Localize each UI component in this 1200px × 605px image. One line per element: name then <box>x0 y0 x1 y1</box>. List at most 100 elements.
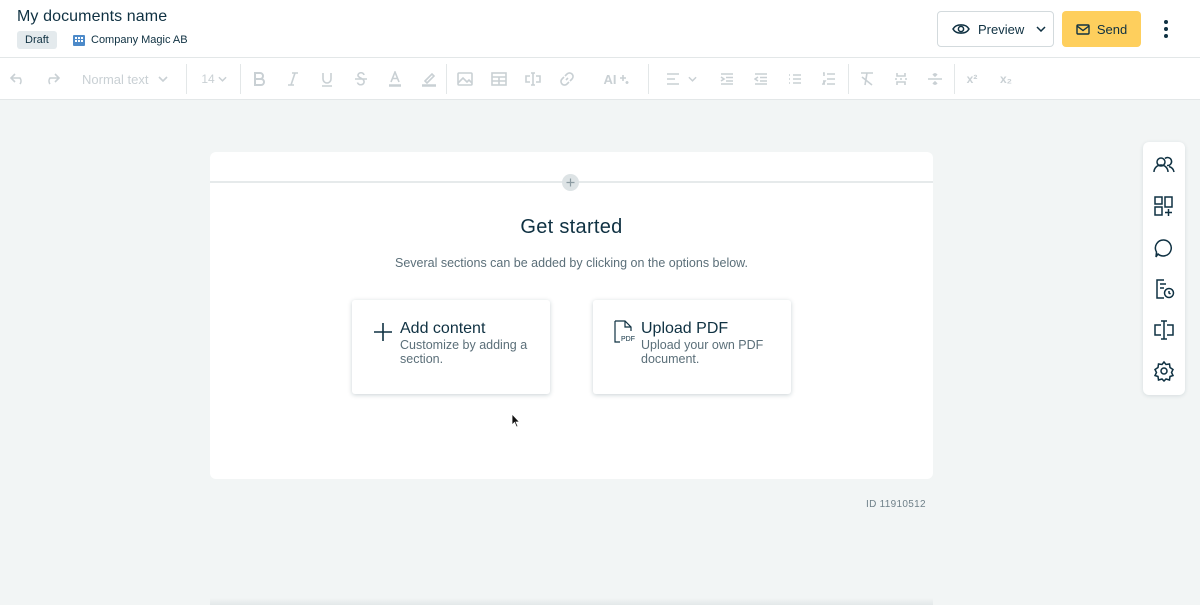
chevron-down-icon <box>687 76 697 82</box>
highlighter-icon <box>422 72 436 87</box>
add-content-title: Add content <box>400 320 486 337</box>
comments-icon <box>1154 239 1172 258</box>
image-icon <box>457 72 473 86</box>
document-page: Get started Several sections can be adde… <box>210 152 933 479</box>
numbered-list-button[interactable] <box>820 68 838 90</box>
bold-icon <box>254 72 265 86</box>
add-block-button[interactable] <box>1153 195 1175 217</box>
get-started-subtitle: Several sections can be added by clickin… <box>394 256 748 270</box>
underline-button[interactable] <box>318 68 336 90</box>
add-section-button[interactable] <box>562 174 579 191</box>
superscript-button[interactable]: x² <box>962 68 982 90</box>
undo-button[interactable] <box>8 68 28 90</box>
preview-button[interactable]: Preview <box>937 11 1054 47</box>
outdent-button[interactable] <box>752 68 770 90</box>
toolbar-divider <box>240 64 241 94</box>
variables-icon <box>1154 320 1174 340</box>
recipients-button[interactable] <box>1153 154 1175 176</box>
redo-button[interactable] <box>42 68 62 90</box>
subscript-button[interactable]: x₂ <box>996 68 1016 90</box>
plus-icon <box>566 178 575 187</box>
settings-icon <box>1153 360 1175 383</box>
ai-assist-button[interactable]: AI <box>598 68 634 90</box>
text-style-select[interactable]: Normal text <box>82 68 174 90</box>
font-size-select[interactable]: 14 <box>200 68 228 90</box>
italic-icon <box>288 72 298 86</box>
indent-icon <box>720 73 733 85</box>
envelope-icon <box>1076 23 1090 35</box>
upload-pdf-description: Upload your own PDF document. <box>641 338 764 366</box>
eye-icon <box>952 24 970 34</box>
upload-pdf-title: Upload PDF <box>641 320 729 337</box>
highlight-button[interactable] <box>420 68 438 90</box>
page-break-icon <box>895 73 907 85</box>
add-content-description: Customize by adding a section. <box>400 338 528 366</box>
formatting-toolbar: Normal text 14 AI x² x₂ <box>0 58 1200 100</box>
font-size-value: 14 <box>201 72 215 86</box>
document-title[interactable]: My documents name <box>17 8 167 26</box>
numbered-list-icon <box>822 72 835 85</box>
bullet-list-button[interactable] <box>786 68 804 90</box>
header: My documents name Draft Company Magic AB… <box>0 0 1200 58</box>
page-break-button[interactable] <box>892 68 910 90</box>
status-badge: Draft <box>17 31 57 49</box>
bold-button[interactable] <box>250 68 268 90</box>
document-id: ID 11910512 <box>866 499 926 510</box>
insert-table-button[interactable] <box>490 68 508 90</box>
toolbar-divider <box>446 64 447 94</box>
text-style-value: Normal text <box>82 71 149 87</box>
clear-format-icon <box>861 72 873 86</box>
recipients-icon <box>1153 156 1175 173</box>
strikethrough-button[interactable] <box>352 68 370 90</box>
comments-button[interactable] <box>1153 237 1175 259</box>
toolbar-divider <box>848 64 849 94</box>
dot-icon <box>1164 27 1168 31</box>
text-field-icon <box>525 72 541 86</box>
dot-icon <box>1164 34 1168 38</box>
chevron-down-icon <box>218 76 227 82</box>
underline-icon <box>322 72 332 87</box>
settings-button[interactable] <box>1153 360 1175 383</box>
strikethrough-icon <box>355 72 367 86</box>
insert-image-button[interactable] <box>456 68 474 90</box>
chevron-down-icon <box>1036 26 1046 32</box>
upload-pdf-card[interactable]: PDF Upload PDF Upload your own PDF docum… <box>593 300 791 394</box>
insert-variable-button[interactable] <box>524 68 542 90</box>
add-block-icon <box>1154 196 1173 216</box>
table-icon <box>491 72 507 86</box>
ai-label: AI <box>603 71 617 87</box>
get-started-heading: Get started <box>520 216 623 238</box>
indent-button[interactable] <box>718 68 736 90</box>
more-options-button[interactable] <box>1154 17 1178 41</box>
redo-icon <box>48 73 60 85</box>
company-link[interactable]: Company Magic AB <box>72 31 188 49</box>
company-name: Company Magic AB <box>91 34 188 46</box>
align-select[interactable] <box>662 68 700 90</box>
svg-text:PDF: PDF <box>621 336 635 343</box>
plus-icon <box>374 323 392 341</box>
italic-button[interactable] <box>284 68 302 90</box>
outdent-icon <box>754 73 767 85</box>
send-button[interactable]: Send <box>1062 11 1141 47</box>
horizontal-rule-button[interactable] <box>926 68 944 90</box>
pdf-file-icon: PDF <box>614 320 635 343</box>
text-color-icon <box>389 71 401 87</box>
side-panel <box>1143 142 1185 395</box>
send-label: Send <box>1096 21 1128 37</box>
link-icon <box>560 72 574 86</box>
history-button[interactable] <box>1153 278 1175 300</box>
text-color-button[interactable] <box>386 68 404 90</box>
history-icon <box>1156 279 1175 299</box>
toolbar-divider <box>186 64 187 94</box>
add-content-card[interactable]: Add content Customize by adding a sectio… <box>352 300 550 394</box>
bullet-list-icon <box>789 74 801 84</box>
mouse-pointer-icon <box>511 413 521 428</box>
sparkle-icon <box>619 75 628 84</box>
insert-link-button[interactable] <box>558 68 576 90</box>
next-page-edge <box>210 598 933 605</box>
align-left-icon <box>666 73 679 85</box>
toolbar-divider <box>954 64 955 94</box>
horizontal-rule-icon <box>928 73 942 85</box>
variables-button[interactable] <box>1153 319 1175 341</box>
clear-format-button[interactable] <box>858 68 876 90</box>
